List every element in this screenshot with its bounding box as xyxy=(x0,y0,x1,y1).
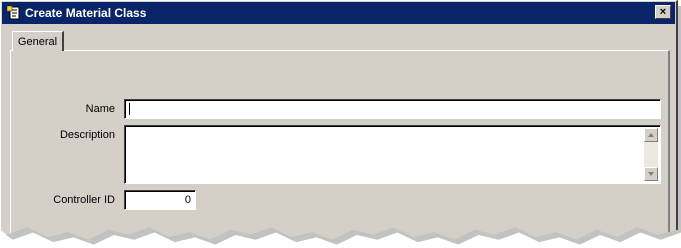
window-title: Create Material Class xyxy=(25,6,147,20)
description-field[interactable] xyxy=(124,125,661,184)
description-scrollbar[interactable] xyxy=(644,128,658,181)
tab-general[interactable]: General xyxy=(12,31,64,51)
scroll-up-arrow-icon xyxy=(648,133,654,137)
dialog-window: Create Material Class × General Name Des… xyxy=(0,0,678,240)
name-field[interactable] xyxy=(124,99,661,119)
scroll-up-button[interactable] xyxy=(644,128,658,142)
controller-id-value: 0 xyxy=(184,194,191,206)
description-label: Description xyxy=(59,129,115,141)
scroll-down-arrow-icon xyxy=(648,172,654,176)
name-label: Name xyxy=(85,103,115,115)
title-bar: Create Material Class × xyxy=(2,2,675,24)
tab-general-label: General xyxy=(17,35,58,48)
document-icon xyxy=(6,5,21,20)
scroll-down-button[interactable] xyxy=(644,167,658,181)
text-caret xyxy=(129,103,130,115)
close-button[interactable]: × xyxy=(655,5,671,19)
controller-id-field[interactable]: 0 xyxy=(124,190,196,210)
controller-id-label: Controller ID xyxy=(53,194,115,206)
close-icon: × xyxy=(659,5,667,18)
